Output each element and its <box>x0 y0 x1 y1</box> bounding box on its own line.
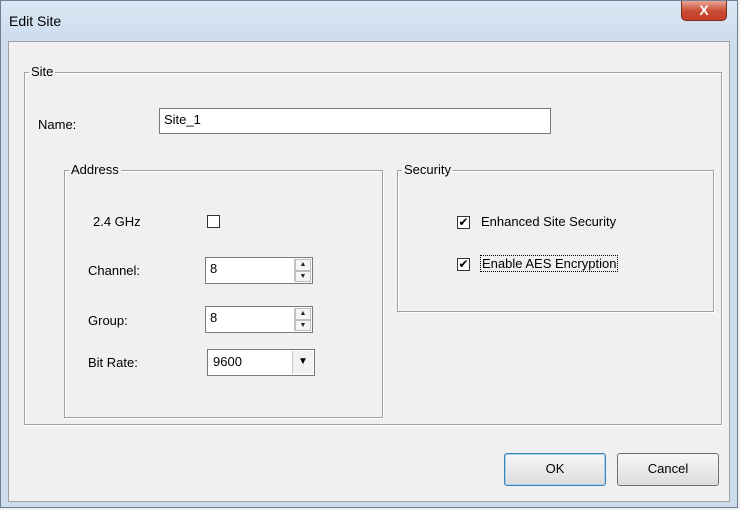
edit-site-dialog: Edit Site X Site Name: Site_1 Address 2.… <box>0 0 738 508</box>
enhanced-security-label[interactable]: Enhanced Site Security <box>481 214 616 229</box>
chevron-down-icon[interactable]: ▼ <box>292 351 313 374</box>
bitrate-label: Bit Rate: <box>88 355 138 370</box>
window-title: Edit Site <box>9 13 62 29</box>
dialog-body: Site Name: Site_1 Address 2.4 GHz Channe… <box>8 41 730 502</box>
channel-value: 8 <box>210 261 218 276</box>
address-group-legend: Address <box>71 162 119 177</box>
group-value: 8 <box>210 310 218 325</box>
security-group-legend: Security <box>404 162 451 177</box>
channel-spin-buttons: ▲ ▼ <box>294 259 311 282</box>
site-group-legend: Site <box>31 64 54 79</box>
ghz-label: 2.4 GHz <box>93 214 141 229</box>
group-spinner[interactable]: 8 ▲ ▼ <box>205 306 313 333</box>
ok-button[interactable]: OK <box>504 453 606 486</box>
address-groupbox: Address <box>64 163 383 418</box>
channel-spinner[interactable]: 8 ▲ ▼ <box>205 257 313 284</box>
title-bar[interactable]: Edit Site X <box>1 1 737 41</box>
spin-down-icon[interactable]: ▼ <box>295 319 311 331</box>
cancel-button[interactable]: Cancel <box>617 453 719 486</box>
enhanced-security-checkbox[interactable]: ✔ <box>457 216 470 229</box>
name-field[interactable]: Site_1 <box>159 108 551 134</box>
group-label: Group: <box>88 313 128 328</box>
spin-up-icon[interactable]: ▲ <box>295 308 311 320</box>
spin-down-icon[interactable]: ▼ <box>295 270 311 282</box>
spin-up-icon[interactable]: ▲ <box>295 259 311 271</box>
security-groupbox: Security <box>397 163 714 312</box>
close-icon: X <box>699 2 709 18</box>
aes-encryption-checkbox[interactable]: ✔ <box>457 258 470 271</box>
name-label: Name: <box>38 117 77 132</box>
aes-encryption-label[interactable]: Enable AES Encryption <box>479 255 619 272</box>
checkmark-icon: ✔ <box>458 215 469 229</box>
checkmark-icon: ✔ <box>458 257 469 271</box>
bitrate-value: 9600 <box>213 354 242 369</box>
channel-label: Channel: <box>88 263 141 278</box>
group-spin-buttons: ▲ ▼ <box>294 308 311 331</box>
close-button[interactable]: X <box>681 1 727 21</box>
bitrate-select[interactable]: 9600 ▼ <box>207 349 315 376</box>
ghz-checkbox[interactable] <box>207 215 220 228</box>
